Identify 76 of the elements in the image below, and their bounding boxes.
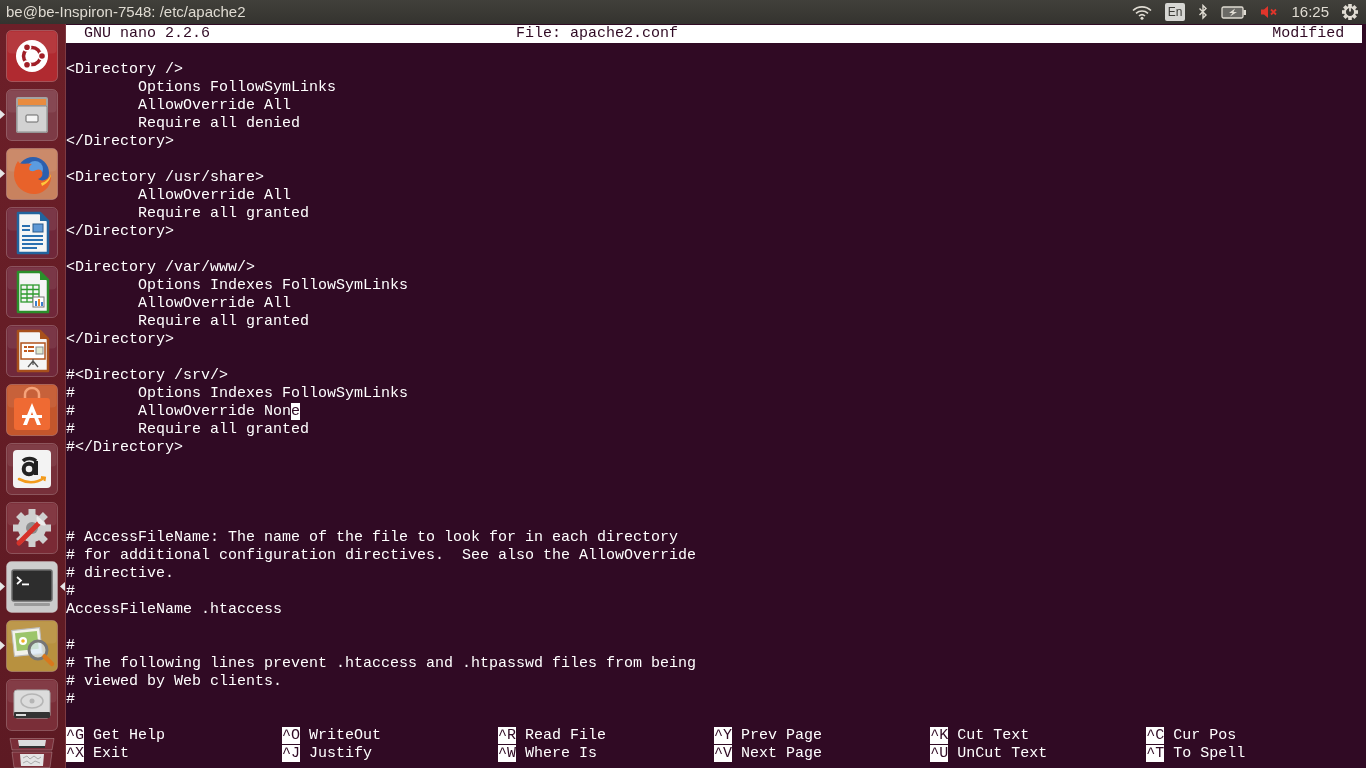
hard-drive-icon[interactable] bbox=[6, 679, 58, 731]
code-line: # AccessFileName: The name of the file to look for in each directory bbox=[66, 529, 679, 546]
code-line: # AllowOverride Non bbox=[66, 403, 292, 420]
editor-version-text: GNU nano 2.2.6 bbox=[84, 25, 211, 43]
shortcut-key: ^X bbox=[66, 745, 84, 762]
modified-status-text: Modified bbox=[1272, 25, 1345, 43]
stacked-items-icon[interactable] bbox=[6, 738, 58, 768]
code-line: # The following lines prevent .htaccess and .htpasswd files from being bbox=[66, 655, 697, 672]
code-line: # bbox=[66, 637, 75, 654]
shortcut-key: ^Y bbox=[714, 727, 733, 744]
code-line: #</Directory> bbox=[66, 439, 184, 456]
shortcut-label: Read File bbox=[525, 727, 607, 744]
speaker-muted-icon[interactable] bbox=[1260, 5, 1279, 19]
gear-wrench-icon[interactable] bbox=[6, 502, 58, 554]
shortcut-key: ^C bbox=[1146, 727, 1165, 744]
code-line: # for additional configuration directives. See also the AllowOverride bbox=[66, 547, 697, 564]
code-line: AccessFileName .htaccess bbox=[66, 601, 283, 618]
text-document-icon[interactable] bbox=[6, 207, 58, 259]
shortcut-key: ^R bbox=[498, 727, 517, 744]
shortcut-key: ^G bbox=[66, 727, 84, 744]
code-line: #<Directory /srv/> bbox=[66, 367, 229, 384]
code-line: AllowOverride All bbox=[138, 97, 292, 114]
shortcut-label: Prev Page bbox=[741, 727, 823, 744]
keyboard-layout-indicator[interactable]: En bbox=[1164, 3, 1186, 21]
file-cabinet-icon[interactable] bbox=[6, 89, 58, 141]
circle-logo-icon[interactable] bbox=[6, 30, 58, 82]
shortcut-key: ^W bbox=[498, 745, 517, 762]
shortcut-key: ^J bbox=[282, 745, 301, 762]
shortcut-label: Next Page bbox=[741, 745, 823, 762]
shortcut-label: UnCut Text bbox=[957, 745, 1048, 762]
shortcut-key: ^K bbox=[930, 727, 949, 744]
code-line: Options Indexes FollowSymLinks bbox=[138, 277, 409, 294]
window-title: be@be-Inspiron-7548: /etc/apache2 bbox=[6, 1, 246, 22]
code-line: </Directory> bbox=[66, 331, 175, 348]
shortcut-label: WriteOut bbox=[309, 727, 382, 744]
shortcut-label: To Spell bbox=[1173, 745, 1246, 762]
shortcut-label: Exit bbox=[93, 745, 130, 762]
code-line: Require all granted bbox=[138, 313, 310, 330]
code-line: # directive. bbox=[66, 565, 175, 582]
shortcut-key: ^T bbox=[1146, 745, 1165, 762]
smile-logo-icon[interactable] bbox=[6, 443, 58, 495]
spreadsheet-icon[interactable] bbox=[6, 266, 58, 318]
code-line: AllowOverride All bbox=[138, 187, 292, 204]
code-line: </Directory> bbox=[66, 133, 175, 150]
presentation-icon[interactable] bbox=[6, 325, 58, 377]
shortcut-key: ^O bbox=[282, 727, 301, 744]
code-line: Require all granted bbox=[138, 205, 310, 222]
code-line: # Options Indexes FollowSymLinks bbox=[66, 385, 409, 402]
file-name-text: File: apache2.conf bbox=[516, 25, 679, 43]
code-line: Options FollowSymLinks bbox=[138, 79, 337, 96]
bluetooth-icon[interactable] bbox=[1198, 4, 1209, 20]
shortcut-label: Justify bbox=[309, 745, 373, 762]
shortcut-label: Get Help bbox=[93, 727, 166, 744]
code-line: <Directory /> bbox=[66, 61, 184, 78]
code-line: <Directory /var/www/> bbox=[66, 259, 256, 276]
battery-charging-icon[interactable] bbox=[1221, 5, 1248, 19]
shortcut-key: ^U bbox=[930, 745, 949, 762]
shortcut-label: Cut Text bbox=[957, 727, 1030, 744]
code-line: # viewed by Web clients. bbox=[66, 673, 283, 690]
code-line: # Require all granted bbox=[66, 421, 310, 438]
code-line: # bbox=[66, 583, 75, 600]
shortcut-label: Cur Pos bbox=[1173, 727, 1237, 744]
code-line: </Directory> bbox=[66, 223, 175, 240]
text-cursor: e bbox=[291, 403, 301, 420]
code-line: Require all denied bbox=[138, 115, 301, 132]
gear-icon[interactable] bbox=[1342, 4, 1358, 20]
code-line: # bbox=[66, 691, 75, 708]
code-line: AllowOverride All bbox=[138, 295, 292, 312]
shortcut-key: ^V bbox=[714, 745, 733, 762]
terminal-icon[interactable] bbox=[6, 561, 58, 613]
clock-text[interactable]: 16:25 bbox=[1291, 0, 1329, 24]
wifi-icon[interactable] bbox=[1131, 4, 1152, 20]
photo-magnifier-icon[interactable] bbox=[6, 620, 58, 672]
shortcut-label: Where Is bbox=[525, 745, 598, 762]
shopping-bag-icon[interactable] bbox=[6, 384, 58, 436]
code-line: <Directory /usr/share> bbox=[66, 169, 265, 186]
